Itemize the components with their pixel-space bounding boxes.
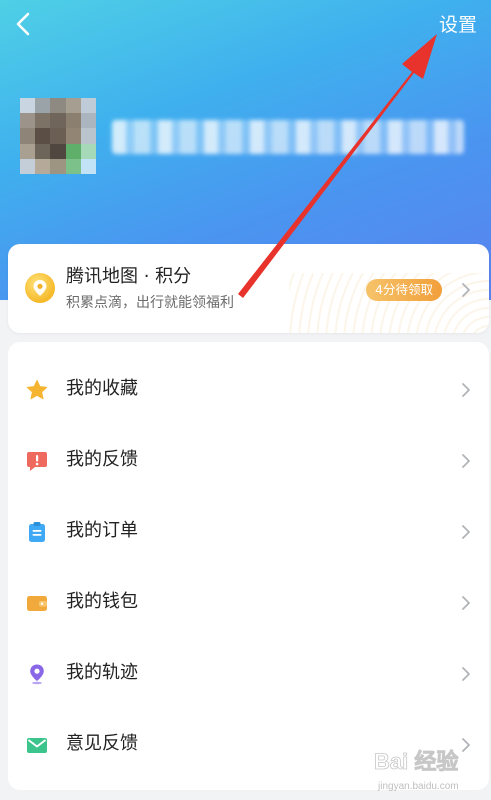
menu-item-my-feedback[interactable]: 我的反馈 — [8, 425, 489, 496]
points-pending-badge[interactable]: 4分待领取 — [366, 279, 442, 301]
menu-item-label: 我的轨迹 — [66, 662, 138, 683]
chevron-right-icon — [462, 525, 470, 539]
menu-item-track[interactable]: 我的轨迹 — [8, 638, 489, 709]
points-card[interactable]: 腾讯地图 · 积分 积累点滴，出行就能领福利 4分待领取 — [8, 244, 489, 333]
baidu-jingyan-watermark: Bai 经验 jingyan.baidu.com — [372, 742, 490, 796]
chevron-right-icon — [462, 283, 470, 297]
star-icon — [26, 380, 48, 400]
menu-item-label: 我的反馈 — [66, 449, 138, 470]
chevron-right-icon — [462, 383, 470, 397]
menu-item-label: 我的收藏 — [66, 378, 138, 399]
back-button[interactable] — [10, 8, 40, 40]
menu-item-label: 意见反馈 — [66, 733, 138, 754]
chevron-right-icon — [462, 596, 470, 610]
chevron-right-icon — [462, 454, 470, 468]
coin-location-icon — [25, 273, 55, 303]
menu-list: 我的收藏 我的反馈 我的订单 我的钱包 我的轨迹 意见反馈 — [8, 342, 489, 790]
points-title: 腾讯地图 · 积分 — [66, 266, 192, 287]
chevron-left-icon — [16, 12, 30, 36]
menu-item-favorites[interactable]: 我的收藏 — [8, 354, 489, 425]
svg-text:Bai 经验: Bai 经验 — [374, 749, 458, 774]
menu-item-wallet[interactable]: 我的钱包 — [8, 567, 489, 638]
location-pin-icon — [30, 664, 44, 685]
svg-text:jingyan.baidu.com: jingyan.baidu.com — [377, 781, 459, 792]
menu-item-label: 我的钱包 — [66, 591, 138, 612]
menu-item-orders[interactable]: 我的订单 — [8, 496, 489, 567]
envelope-icon — [27, 738, 47, 753]
username-obscured — [112, 120, 464, 154]
wallet-icon — [27, 596, 47, 611]
clipboard-order-icon — [29, 522, 45, 542]
points-subtitle: 积累点滴，出行就能领福利 — [66, 295, 234, 311]
chevron-right-icon — [462, 667, 470, 681]
settings-link[interactable]: 设置 — [439, 12, 477, 38]
menu-item-label: 我的订单 — [66, 520, 138, 541]
feedback-alert-icon — [27, 452, 47, 471]
avatar[interactable] — [20, 98, 96, 174]
